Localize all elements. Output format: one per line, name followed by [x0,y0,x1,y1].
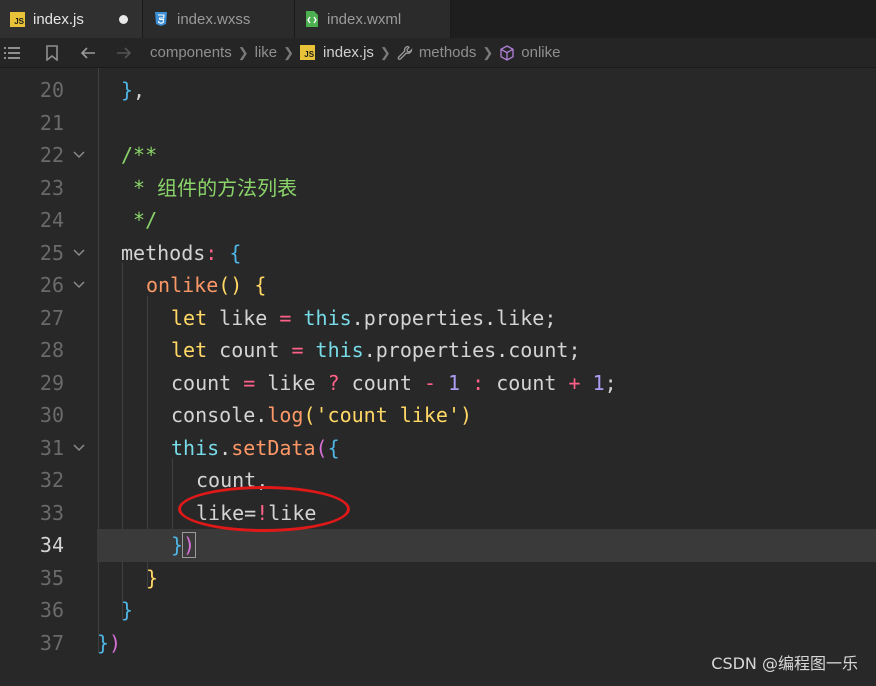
chevron-right-icon: ❯ [482,44,494,60]
code-text: * 组件的方法列表 [121,175,298,200]
code-line[interactable]: 25 methods: { [0,237,876,270]
code-text: console.log('count like') [171,403,473,427]
code-text: /** [121,143,158,167]
code-line[interactable]: 23 * 组件的方法列表 [0,172,876,205]
code-text: } [121,598,134,622]
code-line[interactable]: 30 console.log('count like') [0,399,876,432]
code-line[interactable]: 32 count, [0,464,876,497]
line-number: 23 [39,175,64,200]
tab-label: index.js [33,10,84,28]
code-text: onlike() { [146,273,267,297]
js-file-icon: JS [300,45,316,60]
fold-chevron-icon[interactable] [72,237,86,269]
wxml-file-icon [306,11,318,27]
line-number: 21 [39,110,64,135]
tab-label: index.wxss [177,10,251,28]
unsaved-dot-icon[interactable] [119,14,128,24]
fold-chevron-icon[interactable] [72,139,86,171]
code-line[interactable]: 22 /** [0,139,876,172]
js-file-icon: JS [10,11,25,27]
bookmark-icon[interactable] [44,44,60,61]
code-line[interactable]: 31 this.setData({ [0,432,876,465]
line-number: 25 [39,240,64,265]
line-number: 26 [39,273,64,297]
line-number: 31 [39,435,64,460]
fold-chevron-icon[interactable] [72,269,86,301]
line-number: 37 [39,630,64,655]
code-line[interactable]: 29 count = like ? count - 1 : count + 1; [0,367,876,400]
back-arrow-icon[interactable] [80,45,96,61]
tab-index-wxss[interactable]: index.wxss [143,0,295,38]
code-text: } [146,565,159,590]
code-text: }) [171,532,197,558]
code-text: let like = this.properties.like; [171,305,557,330]
line-number: 34 [39,533,64,557]
watermark: CSDN @编程图一乐 [711,654,858,673]
code-line[interactable]: 21 [0,107,876,140]
chevron-right-icon: ❯ [379,44,391,60]
tab-label: index.wxml [327,10,402,28]
fold-chevron-icon[interactable] [72,432,86,464]
breadcrumb: components ❯ like ❯ JS index.js ❯ method… [0,38,876,68]
editor-tab-bar: JS index.js index.wxss index.wxml [0,0,876,38]
css-file-icon [155,12,167,26]
code-line[interactable]: 33 like=!like [0,497,876,530]
code-line[interactable]: 24 */ [0,204,876,237]
tab-index-wxml[interactable]: index.wxml [295,0,451,38]
breadcrumb-item-onlike[interactable]: onlike [521,44,560,61]
breadcrumb-item-like[interactable]: like [255,44,278,61]
code-editor[interactable]: 20}, 21 22/** 23 * 组件的方法列表 24 */25 methods: {… [0,68,876,686]
breadcrumb-item-methods[interactable]: methods [419,44,477,61]
code-line[interactable]: 26 onlike() { [0,269,876,302]
breadcrumb-item-components[interactable]: components [150,44,232,61]
line-number: 33 [39,500,64,525]
line-number: 29 [39,370,64,395]
code-text: */ [121,208,158,232]
code-line[interactable]: 28 let count = this.properties.count; [0,334,876,367]
code-text: this.setData({ [171,435,340,460]
code-line[interactable]: 36} [0,594,876,627]
chevron-right-icon: ❯ [237,44,249,60]
line-number: 27 [39,305,64,330]
line-number: 24 [39,208,64,232]
current-line-highlight [97,529,876,562]
code-text: methods: { [121,240,242,265]
code-text: count = like ? count - 1 : count + 1; [171,370,617,395]
code-line[interactable]: 34}) [0,529,876,562]
cube-icon [500,44,514,61]
code-text: }, [121,78,146,102]
chevron-right-icon: ❯ [283,44,295,60]
line-number: 36 [39,598,64,622]
list-icon[interactable] [4,45,20,61]
code-line[interactable]: 35} [0,562,876,595]
line-number: 35 [39,565,64,590]
code-line[interactable]: 27 let like = this.properties.like; [0,302,876,335]
line-number: 30 [39,403,64,427]
line-number: 22 [39,143,64,167]
code-text: let count = this.properties.count; [171,338,581,362]
tab-index-js[interactable]: JS index.js [0,0,143,38]
wrench-icon [397,45,413,60]
line-number: 32 [39,468,64,492]
line-number: 20 [39,78,64,102]
code-line[interactable]: 20}, [0,74,876,107]
breadcrumb-item-file[interactable]: index.js [323,44,374,61]
code-text: }) [97,630,122,655]
line-number: 28 [39,338,64,362]
red-annotation-ellipse [178,486,350,532]
forward-arrow-icon[interactable] [116,45,132,61]
